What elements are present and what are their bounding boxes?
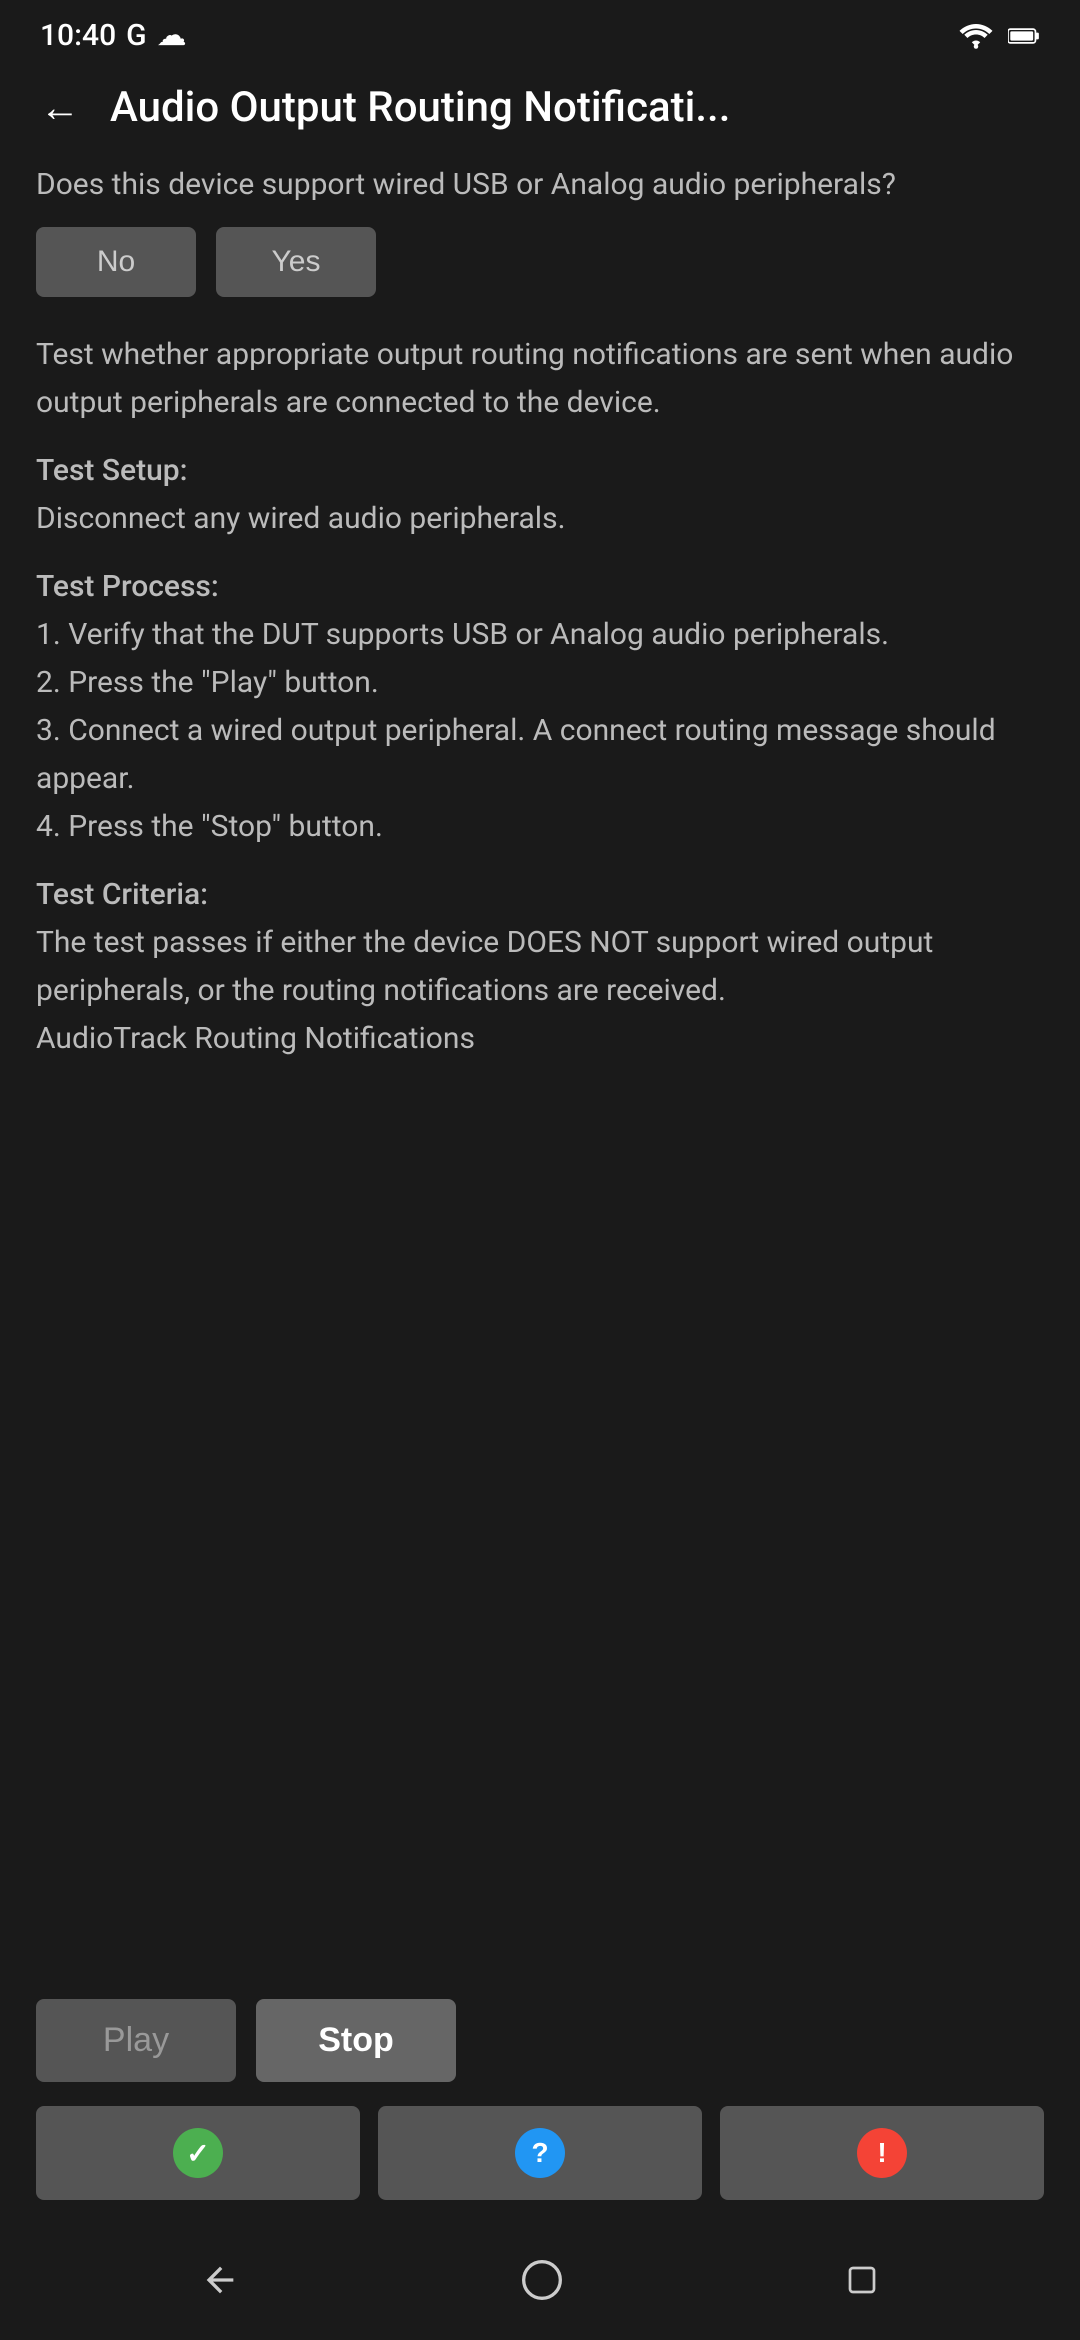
test-process-step2: 2. Press the "Play" button. [36, 659, 1044, 707]
test-process-heading: Test Process: [36, 563, 1044, 611]
back-nav-button[interactable] [190, 2250, 250, 2310]
stop-button[interactable]: Stop [256, 1999, 456, 2082]
audio-track-label: AudioTrack Routing Notifications [36, 1015, 1044, 1063]
usb-question-section: Does this device support wired USB or An… [36, 162, 1044, 307]
nav-bar [0, 2220, 1080, 2340]
status-right [958, 22, 1040, 50]
recents-nav-button[interactable] [834, 2252, 890, 2308]
test-description: Test whether appropriate output routing … [36, 331, 1044, 427]
test-process-step4: 4. Press the "Stop" button. [36, 803, 1044, 851]
page-title: Audio Output Routing Notificati... [110, 83, 1050, 132]
main-content: Does this device support wired USB or An… [0, 152, 1080, 1531]
bottom-controls: Play Stop ✓ ? ! [0, 1969, 1080, 2220]
test-criteria-text: The test passes if either the device DOE… [36, 919, 1044, 1015]
back-button[interactable]: ← [30, 84, 90, 132]
test-criteria-heading: Test Criteria: [36, 871, 1044, 919]
pass-button[interactable]: ✓ [36, 2106, 360, 2200]
status-time: 10:40 [40, 18, 116, 53]
wifi-icon [958, 22, 994, 50]
info-button[interactable]: ? [378, 2106, 702, 2200]
home-nav-button[interactable] [510, 2248, 574, 2312]
status-left: 10:40 G ☁ [40, 18, 187, 53]
test-setup-text: Disconnect any wired audio peripherals. [36, 495, 1044, 543]
playback-row: Play Stop [36, 1999, 1044, 2082]
result-row: ✓ ? ! [36, 2106, 1044, 2200]
back-nav-icon [200, 2260, 240, 2300]
description-section: Test whether appropriate output routing … [36, 331, 1044, 1063]
no-button[interactable]: No [36, 227, 196, 297]
battery-icon [1008, 22, 1040, 50]
usb-question-text: Does this device support wired USB or An… [36, 162, 1044, 207]
fail-button[interactable]: ! [720, 2106, 1044, 2200]
usb-answer-buttons: No Yes [36, 227, 1044, 297]
test-process-step1: 1. Verify that the DUT supports USB or A… [36, 611, 1044, 659]
play-button[interactable]: Play [36, 1999, 236, 2082]
fail-icon: ! [857, 2128, 907, 2178]
recents-nav-icon [844, 2262, 880, 2298]
info-icon: ? [515, 2128, 565, 2178]
home-nav-icon [520, 2258, 564, 2302]
test-setup-heading: Test Setup: [36, 447, 1044, 495]
yes-button[interactable]: Yes [216, 227, 376, 297]
cloud-icon: ☁ [157, 18, 187, 53]
status-bar: 10:40 G ☁ [0, 0, 1080, 63]
pass-icon: ✓ [173, 2128, 223, 2178]
google-label: G [126, 18, 146, 53]
toolbar: ← Audio Output Routing Notificati... [0, 63, 1080, 152]
test-process-step3: 3. Connect a wired output peripheral. A … [36, 707, 1044, 803]
